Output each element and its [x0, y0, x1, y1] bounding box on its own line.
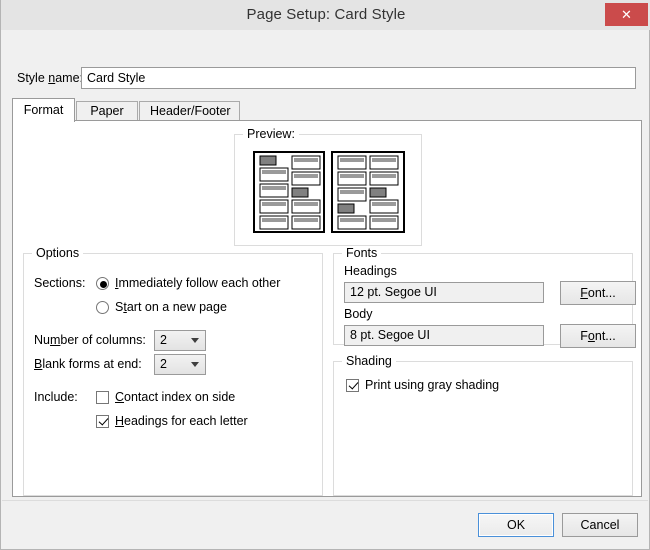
- checkbox-headings-each-letter-label: Headings for each letter: [115, 414, 248, 428]
- headings-font-text: 12 pt. Segoe UI: [350, 285, 437, 299]
- body-font-text: 8 pt. Segoe UI: [350, 328, 430, 342]
- format-tab-panel: Preview: Options Sections: Immediately f…: [12, 120, 642, 497]
- tab-strip: Format Paper Header/Footer: [12, 98, 642, 122]
- number-of-columns-dropdown[interactable]: 2: [154, 330, 206, 351]
- card-layout-preview-image: [253, 151, 405, 233]
- cancel-button[interactable]: Cancel: [562, 513, 638, 537]
- options-group-title: Options: [32, 246, 84, 260]
- body-label: Body: [344, 307, 373, 321]
- checkbox-contact-index-indicator: [96, 391, 109, 404]
- tab-header-footer[interactable]: Header/Footer: [139, 101, 240, 121]
- number-of-columns-label: Number of columns:: [34, 333, 146, 347]
- tab-format[interactable]: Format: [12, 98, 75, 122]
- style-name-label: Style name:: [17, 71, 84, 85]
- radio-immediately-follow-indicator: [96, 277, 109, 290]
- blank-forms-dropdown[interactable]: 2: [154, 354, 206, 375]
- dialog-body: Style name: Card Style Format Paper Head…: [2, 30, 648, 500]
- chevron-down-icon: [191, 338, 199, 343]
- radio-start-new-page-label: Start on a new page: [115, 300, 227, 314]
- shading-group-title: Shading: [342, 354, 396, 368]
- fonts-group: Fonts Headings 12 pt. Segoe UI Font... B…: [333, 246, 636, 348]
- window-title: Page Setup: Card Style: [246, 6, 406, 23]
- options-group: Options Sections: Immediately follow eac…: [23, 246, 323, 496]
- shading-group: Shading Print using gray shading: [333, 354, 633, 496]
- include-label: Include:: [34, 390, 78, 404]
- radio-start-new-page-indicator: [96, 301, 109, 314]
- number-of-columns-value: 2: [160, 333, 167, 347]
- close-icon: ✕: [621, 7, 632, 22]
- page-setup-dialog: Page Setup: Card Style ✕ Style name: Car…: [0, 0, 650, 550]
- close-button[interactable]: ✕: [605, 3, 648, 26]
- checkbox-print-gray-shading-label: Print using gray shading: [365, 378, 500, 392]
- dialog-footer: OK Cancel: [2, 500, 648, 548]
- fonts-group-title: Fonts: [342, 246, 382, 260]
- title-bar: Page Setup: Card Style ✕: [1, 0, 650, 30]
- ok-button[interactable]: OK: [478, 513, 554, 537]
- chevron-down-icon: [191, 362, 199, 367]
- headings-font-button[interactable]: Font...: [560, 281, 636, 305]
- radio-immediately-follow-label: Immediately follow each other: [115, 276, 281, 290]
- style-name-input[interactable]: Card Style: [81, 67, 636, 89]
- preview-group: Preview:: [234, 127, 422, 246]
- sections-label: Sections:: [34, 276, 86, 290]
- tab-paper[interactable]: Paper: [76, 101, 138, 121]
- checkbox-headings-each-letter-indicator: [96, 415, 109, 428]
- checkbox-contact-index-label: Contact index on side: [115, 390, 236, 404]
- checkbox-print-gray-shading-indicator: [346, 379, 359, 392]
- headings-label: Headings: [344, 264, 397, 278]
- body-font-button[interactable]: Font...: [560, 324, 636, 348]
- headings-font-value: 12 pt. Segoe UI: [344, 282, 544, 303]
- preview-group-title: Preview:: [243, 127, 299, 141]
- body-font-value: 8 pt. Segoe UI: [344, 325, 544, 346]
- blank-forms-label: Blank forms at end:: [34, 357, 142, 371]
- blank-forms-value: 2: [160, 357, 167, 371]
